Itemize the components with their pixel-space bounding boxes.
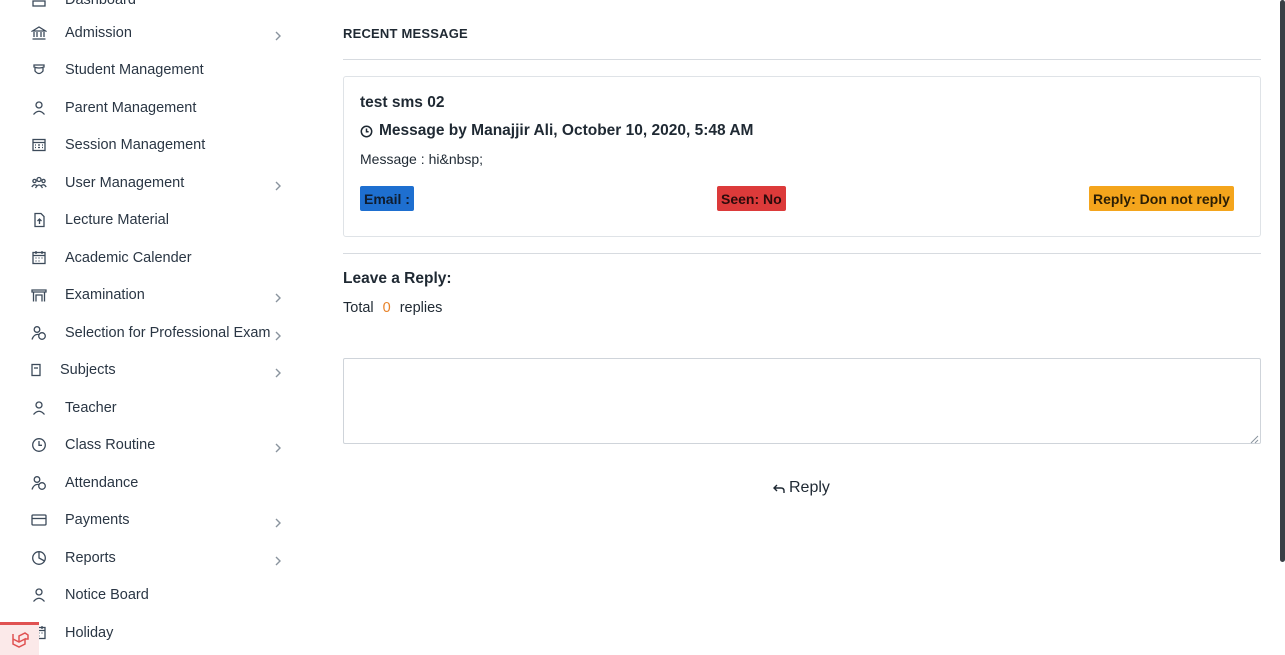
sidebar-item-label: Student Management xyxy=(65,62,204,78)
seen-status-badge: Seen: No xyxy=(717,186,786,211)
sidebar-item-lecture-material[interactable]: Lecture Material xyxy=(0,205,300,235)
sidebar-item-payments[interactable]: Payments xyxy=(0,505,300,535)
chevron-right-icon xyxy=(274,290,282,303)
sidebar-item-holiday[interactable]: Holiday xyxy=(0,618,300,648)
chevron-right-icon xyxy=(274,440,282,453)
sidebar-item-label: Dashboard xyxy=(65,0,136,8)
sidebar-item-teacher[interactable]: Teacher xyxy=(0,393,300,423)
reply-count: 0 xyxy=(382,300,391,316)
sidebar-item-label: Attendance xyxy=(65,475,139,491)
sidebar-item-subjects[interactable]: Subjects xyxy=(0,355,300,385)
sidebar-item-notice-board[interactable]: Notice Board xyxy=(0,580,300,610)
textarea-resize-handle[interactable] xyxy=(1248,431,1259,444)
users-group-icon xyxy=(31,175,47,191)
calendar-icon xyxy=(31,250,47,266)
sidebar-item-label: Session Management xyxy=(65,137,206,153)
message-body-label: Message : xyxy=(360,151,425,167)
user-check-icon xyxy=(31,475,47,491)
message-body: Message : hi&nbsp; xyxy=(360,151,483,167)
building-icon xyxy=(31,287,47,303)
sidebar: Dashboard Admission Student Management Pare… xyxy=(0,0,300,655)
user-icon xyxy=(31,587,47,603)
sidebar-item-label: Examination xyxy=(65,287,145,303)
book-icon xyxy=(28,362,44,378)
leave-reply-heading: Leave a Reply: xyxy=(343,270,452,287)
reply-textarea[interactable] xyxy=(343,358,1261,444)
total-replies-label: Total xyxy=(343,300,374,316)
graduation-cap-icon xyxy=(31,62,47,78)
total-replies: Total 0 replies xyxy=(343,300,442,316)
sidebar-item-label: Class Routine xyxy=(65,437,156,453)
dashboard-icon xyxy=(31,0,47,8)
chevron-right-icon xyxy=(274,553,282,566)
chevron-right-icon xyxy=(274,178,282,191)
credit-card-icon xyxy=(31,512,47,528)
sidebar-item-attendance[interactable]: Attendance xyxy=(0,468,300,498)
divider xyxy=(343,59,1261,60)
chevron-right-icon xyxy=(274,365,282,378)
email-status-badge: Email : xyxy=(360,186,414,211)
sidebar-item-label: Notice Board xyxy=(65,587,149,603)
page-title: RECENT MESSAGE xyxy=(343,26,468,41)
pie-chart-icon xyxy=(31,550,47,566)
sidebar-item-student-management[interactable]: Student Management xyxy=(0,55,300,85)
sidebar-item-label: User Management xyxy=(65,175,185,191)
sidebar-item-session-management[interactable]: Session Management xyxy=(0,130,300,160)
sidebar-item-label: Admission xyxy=(65,25,132,41)
chevron-right-icon xyxy=(274,28,282,41)
message-subject: test sms 02 xyxy=(360,94,445,111)
clock-icon xyxy=(360,125,373,138)
reply-status-badge: Reply: Don not reply xyxy=(1089,186,1234,211)
message-card: test sms 02 Message by Manajjir Ali, Oct… xyxy=(343,76,1261,237)
reply-arrow-icon xyxy=(773,484,785,493)
chevron-right-icon xyxy=(274,328,282,341)
sidebar-item-label: Lecture Material xyxy=(65,212,169,228)
clock-icon xyxy=(31,437,47,453)
sidebar-item-label: Payments xyxy=(65,512,130,528)
calendar-grid-icon xyxy=(31,137,47,153)
sidebar-item-label: Reports xyxy=(65,550,116,566)
reply-button-label: Reply xyxy=(789,479,830,496)
message-meta: Message by Manajjir Ali, October 10, 202… xyxy=(360,122,753,140)
sidebar-item-examination[interactable]: Examination xyxy=(0,280,300,310)
sidebar-item-label: Holiday xyxy=(65,625,114,641)
reply-button[interactable]: Reply xyxy=(772,477,830,499)
user-check-icon xyxy=(31,325,47,341)
laravel-icon xyxy=(11,632,29,648)
user-icon xyxy=(31,100,47,116)
laravel-debugbar-toggle[interactable] xyxy=(0,622,39,655)
sidebar-item-label: Parent Management xyxy=(65,100,197,116)
replies-label: replies xyxy=(399,300,443,316)
sidebar-item-label: Teacher xyxy=(65,400,117,416)
divider xyxy=(343,253,1261,254)
sidebar-item-label: Academic Calender xyxy=(65,250,192,266)
message-body-text: hi&nbsp; xyxy=(428,151,484,167)
sidebar-item-reports[interactable]: Reports xyxy=(0,543,300,573)
sidebar-item-label: Subjects xyxy=(60,362,116,378)
sidebar-item-selection-for-professional-exam[interactable]: Selection for Professional Exam xyxy=(0,318,300,348)
message-meta-text: Message by Manajjir Ali, October 10, 202… xyxy=(379,122,754,139)
sidebar-item-dashboard[interactable]: Dashboard xyxy=(0,0,300,15)
sidebar-item-parent-management[interactable]: Parent Management xyxy=(0,93,300,123)
bank-icon xyxy=(31,25,47,41)
sidebar-item-academic-calender[interactable]: Academic Calender xyxy=(0,243,300,273)
sidebar-item-user-management[interactable]: User Management xyxy=(0,168,300,198)
sidebar-item-admission[interactable]: Admission xyxy=(0,18,300,48)
file-upload-icon xyxy=(31,212,47,228)
user-icon xyxy=(31,400,47,416)
sidebar-item-label: Selection for Professional Exam xyxy=(65,325,271,341)
chevron-right-icon xyxy=(274,515,282,528)
scrollbar[interactable] xyxy=(1280,0,1285,562)
sidebar-item-class-routine[interactable]: Class Routine xyxy=(0,430,300,460)
